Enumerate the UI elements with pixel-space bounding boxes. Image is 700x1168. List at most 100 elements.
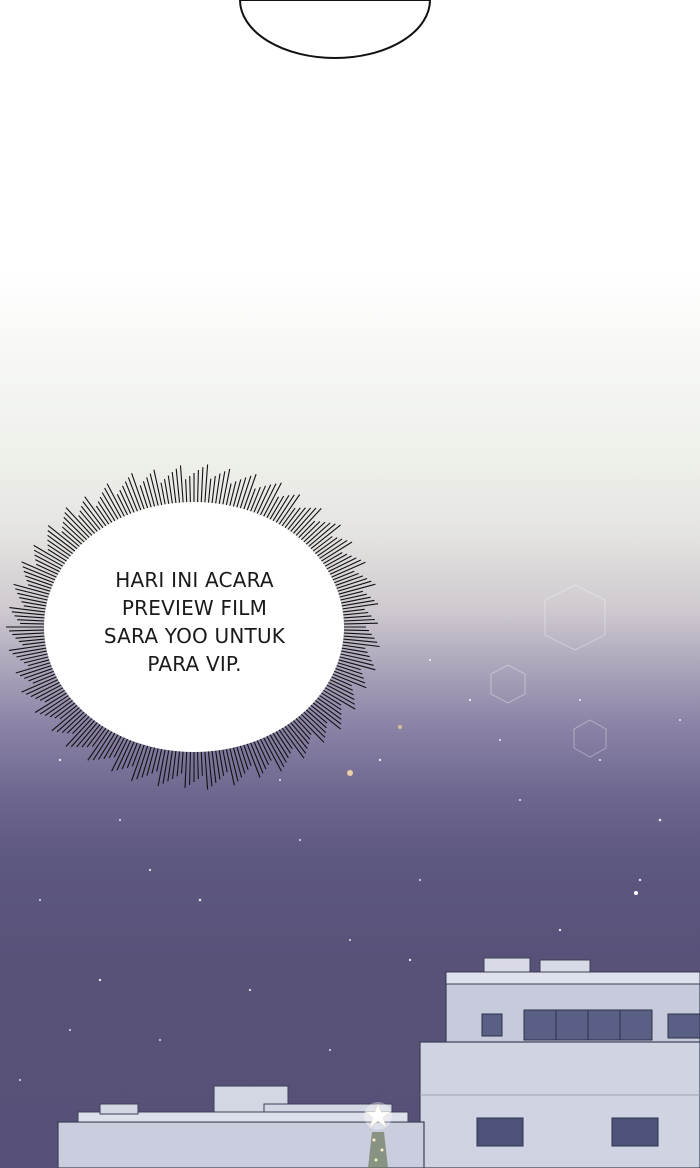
bubble-spike: [324, 680, 354, 696]
bubble-spike: [238, 741, 249, 770]
bubble-spike: [207, 747, 213, 787]
bubble-spike: [295, 520, 316, 541]
bubble-spike: [315, 692, 342, 711]
bubble-spike: [330, 669, 366, 684]
bubble-spike: [200, 467, 204, 507]
bubble-spike: [276, 494, 301, 528]
bubble-spike: [339, 622, 378, 625]
bubble-spike: [12, 632, 49, 636]
bubble-spike: [224, 744, 235, 786]
bubble-spike: [300, 521, 326, 546]
bubble-spike: [196, 747, 199, 780]
bubble-spike: [200, 747, 203, 776]
bubble-spike: [302, 522, 331, 548]
bubble-spike: [196, 469, 199, 507]
bubble-spike: [207, 478, 212, 507]
comic-panel: HARI INI ACARA PREVIEW FILM SARA YOO UNT…: [0, 0, 700, 1168]
bubble-spike: [290, 717, 311, 740]
bubble-spike: [305, 704, 328, 724]
bubble-spike: [54, 700, 79, 719]
bubble-spike: [62, 521, 88, 546]
bubble-spike: [35, 559, 64, 574]
bubble-spike: [103, 731, 121, 760]
speech-bubble-text: HARI INI ACARA PREVIEW FILM SARA YOO UNT…: [62, 566, 327, 678]
bubble-spike: [300, 708, 327, 734]
bubble-spike: [61, 531, 83, 550]
bubble-spike: [20, 622, 49, 625]
bubble-spike: [15, 635, 49, 639]
bubble-spike: [309, 536, 333, 554]
bubble-spike: [39, 685, 67, 701]
top-speech-bubble-icon: [238, 0, 432, 59]
bubble-spike: [339, 629, 369, 632]
bubble-spike: [131, 473, 147, 514]
bubble-spike: [39, 692, 73, 715]
bubble-line-2: PREVIEW FILM: [121, 596, 268, 620]
bubble-spike: [47, 544, 73, 562]
bubble-spike: [323, 555, 352, 572]
bubble-spike: [264, 732, 285, 768]
bubble-spike: [175, 468, 181, 507]
bubble-spike: [72, 713, 93, 734]
bubble-spike: [176, 747, 181, 777]
bubble-spike: [11, 611, 49, 616]
bubble-spike: [97, 501, 115, 527]
bubble-spike: [22, 641, 50, 646]
bubble-spike: [82, 501, 106, 532]
bubble-spike: [179, 465, 184, 507]
bubble-spike: [339, 618, 375, 622]
bubble-spike: [153, 469, 164, 510]
bubble-spike: [146, 743, 157, 776]
bubble-spike: [339, 632, 372, 635]
bubble-spike: [287, 507, 312, 535]
bubble-spike: [189, 475, 192, 507]
bubble-spike: [63, 516, 90, 543]
bubble-spike: [221, 468, 231, 509]
bubble-spike: [14, 615, 49, 619]
bubble-spike: [142, 481, 153, 512]
bubble-spike: [336, 593, 367, 602]
bubble-spike: [184, 747, 188, 788]
bubble-spike: [189, 747, 192, 786]
bubble-spike: [204, 747, 209, 790]
bubble-spike: [282, 722, 307, 754]
bubble-spike: [91, 724, 109, 748]
bubble-spike: [231, 479, 242, 511]
bubble-spike: [23, 655, 53, 664]
bubble-spike: [335, 590, 364, 599]
bubble-spike: [315, 539, 348, 562]
bubble-spike: [9, 629, 49, 632]
bubble-line-4: PARA VIP.: [147, 652, 242, 676]
bubble-line-1: HARI INI ACARA: [115, 568, 274, 592]
bubble-spike: [339, 615, 372, 619]
glow-lights: [347, 725, 638, 895]
bubble-spike: [273, 727, 291, 754]
bubble-spike: [204, 464, 209, 507]
bubble-spike: [20, 652, 52, 661]
bubble-spike: [78, 515, 98, 537]
bubble-spike: [337, 599, 375, 608]
bubble-spike: [337, 649, 370, 658]
bubble-spike: [276, 726, 293, 750]
bubble-spike: [255, 484, 272, 518]
bokeh-hexagons: [490, 584, 607, 758]
bubble-spike: [47, 534, 77, 557]
bubble-spike: [228, 744, 239, 782]
bubble-spike: [76, 719, 101, 748]
bubble-spike: [12, 646, 51, 655]
bubble-spike: [61, 708, 88, 734]
bubble-spike: [44, 695, 75, 717]
bubble-spike: [185, 479, 188, 507]
bubble-spike: [267, 495, 285, 523]
bubble-spike: [211, 747, 217, 783]
bubble-spike: [245, 739, 261, 778]
bubble-spike: [339, 638, 378, 643]
bubble-spike: [337, 596, 371, 605]
bubble-spike: [149, 473, 160, 510]
bubble-spike: [339, 611, 369, 616]
bubble-spike: [8, 643, 50, 651]
bubble-spike: [339, 635, 375, 639]
bubble-spike: [327, 561, 366, 580]
bubble-spike: [116, 736, 133, 771]
bubble-spike: [338, 603, 379, 611]
